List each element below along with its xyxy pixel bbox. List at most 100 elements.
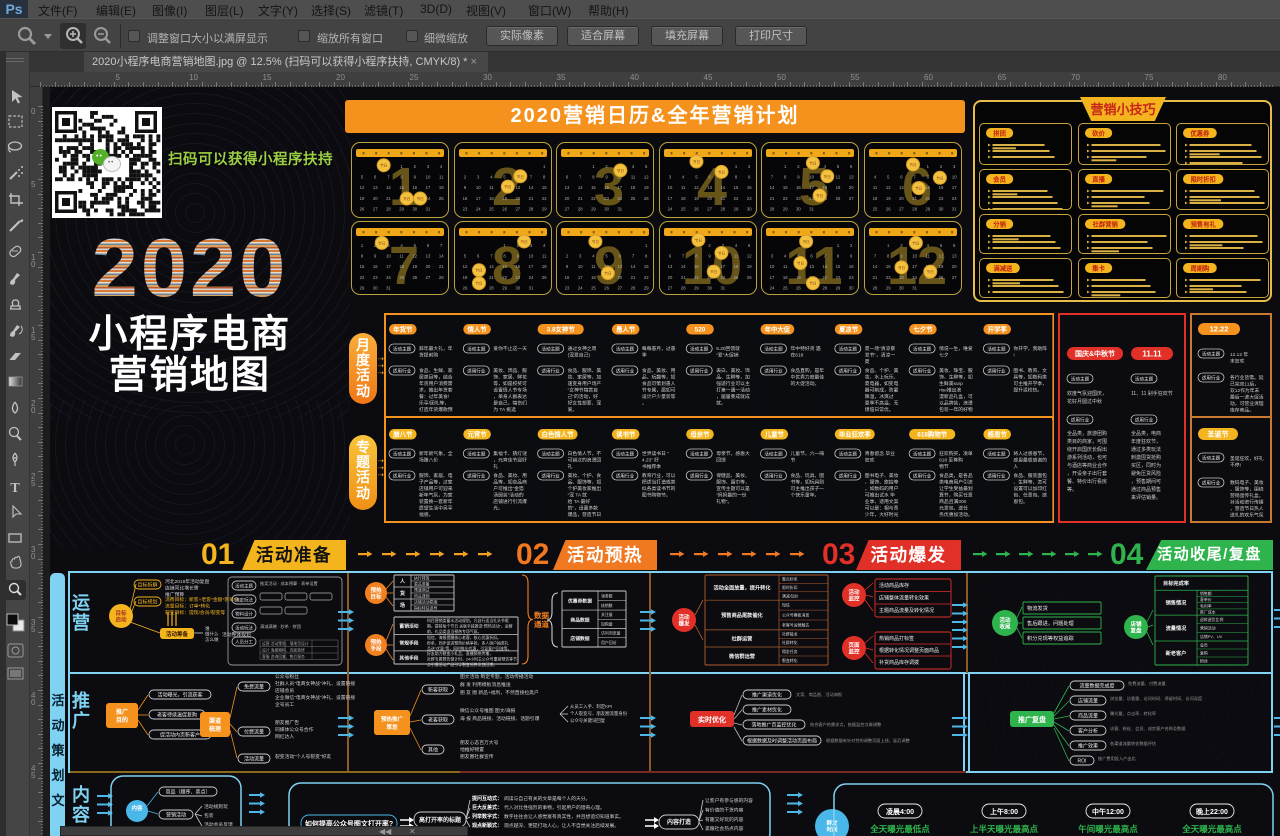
- svg-text:群发: 群发: [825, 819, 838, 827]
- svg-text:21: 21: [872, 275, 877, 280]
- svg-text:活动筹备: 活动筹备: [166, 630, 189, 638]
- svg-text:速变身用户场产: 速变身用户场产: [568, 380, 602, 387]
- svg-text:食品、生鲜、家: 食品、生鲜、家: [419, 367, 453, 374]
- svg-text:时间: 时间: [826, 826, 838, 834]
- svg-text:20: 20: [617, 275, 622, 280]
- svg-text:活动主题: 活动主题: [541, 346, 560, 353]
- svg-text:30: 30: [938, 206, 943, 211]
- svg-text:设置可以加印红: 设置可以加印红: [1013, 485, 1047, 492]
- svg-text:15: 15: [925, 185, 930, 190]
- svg-text:13: 13: [565, 185, 570, 190]
- svg-text:售后跟进，问题处理: 售后跟进，问题处理: [1027, 619, 1075, 627]
- svg-text:前，礼品类适当预热专项气氛。: 前，礼品类适当预热专项气氛。: [427, 629, 481, 634]
- svg-text:19: 19: [694, 196, 699, 201]
- svg-text:从员工入手、制定KPI: 从员工入手、制定KPI: [570, 703, 612, 710]
- svg-text:27: 27: [667, 285, 672, 290]
- svg-text:活动主题: 活动主题: [1202, 351, 1221, 358]
- svg-text:动，可营业清理: 动，可营业清理: [1230, 400, 1264, 407]
- svg-text:4: 4: [682, 175, 685, 180]
- svg-text:夏凉节: 夏凉节: [838, 325, 859, 334]
- svg-text:食品直购，是年: 食品直购，是年: [791, 367, 825, 374]
- svg-text:适用行业: 适用行业: [987, 368, 1006, 375]
- svg-text:目标: 目标: [370, 593, 382, 601]
- svg-text:食品、美妆、用: 食品、美妆、用: [642, 367, 676, 374]
- svg-text:30: 30: [373, 285, 378, 290]
- svg-text:手段: 手段: [370, 645, 382, 653]
- svg-text:餐、特价出行看房: 餐、特价出行看房: [1067, 478, 1107, 485]
- svg-text:适用行业: 适用行业: [393, 368, 412, 375]
- svg-text:有价值的干货内容: 有价值的干货内容: [705, 806, 744, 813]
- svg-text:节专属，届如可: 节专属，届如可: [642, 387, 676, 394]
- svg-text:业季、适用文案: 业季、适用文案: [865, 498, 899, 505]
- svg-text:19: 19: [462, 275, 467, 280]
- svg-text:礼: 礼: [568, 463, 573, 470]
- svg-text:推广费用投入产出比: 推广费用投入产出比: [1098, 755, 1136, 762]
- svg-text:7: 7: [771, 175, 774, 180]
- svg-text:毛利率: 毛利率: [1200, 603, 1212, 608]
- svg-text:包装一年的好物: 包装一年的好物: [939, 406, 973, 413]
- svg-text:1: 1: [734, 164, 737, 169]
- svg-text:晚上22:00: 晚上22:00: [1196, 807, 1228, 816]
- svg-text:白色情人节: 白色情人节: [542, 430, 575, 439]
- svg-text:节日: 节日: [504, 184, 511, 189]
- svg-text:群 发 利用模板消息推送: 群 发 利用模板消息推送: [460, 681, 511, 688]
- svg-text:设置情人节专场: 设置情人节专场: [493, 387, 527, 394]
- svg-text:河北2019年活动复盘: 河北2019年活动复盘: [165, 578, 209, 585]
- svg-text:适用行业: 适用行业: [616, 473, 635, 480]
- svg-text:货: 货: [400, 590, 405, 597]
- svg-text:节日: 节日: [403, 196, 410, 201]
- svg-text:28: 28: [631, 285, 636, 290]
- svg-text:2: 2: [463, 175, 466, 180]
- svg-text:19: 19: [502, 196, 507, 201]
- svg-text:拼团: 拼团: [993, 129, 1006, 138]
- svg-text:24: 24: [528, 275, 533, 280]
- svg-text:狂欢: 狂欢: [865, 457, 875, 464]
- svg-text:运营 活动策划、落地页设计: 运营 活动策划、落地页设计: [262, 641, 309, 646]
- svg-text:14: 14: [872, 264, 877, 269]
- svg-text:，如数码的用户: ，如数码的用户: [865, 485, 899, 492]
- svg-text:装置换一套新年: 装置换一套新年: [419, 498, 453, 505]
- svg-text:适用行业: 适用行业: [393, 473, 412, 480]
- svg-text:21: 21: [528, 196, 533, 201]
- svg-text:14: 14: [439, 254, 444, 259]
- svg-text:!: !: [1013, 353, 1014, 359]
- svg-text:28: 28: [528, 206, 533, 211]
- svg-text:高打开率的标题: 高打开率的标题: [419, 816, 462, 824]
- svg-text:白色情人节，不: 白色情人节，不: [568, 450, 602, 457]
- svg-text:美妆、饰品、服: 美妆、饰品、服: [493, 367, 527, 374]
- svg-text:饰、家居、鲜花: 饰、家居、鲜花: [493, 374, 527, 381]
- svg-text:图书购物节。: 图书购物节。: [642, 492, 671, 499]
- svg-text:目标规划: 目标规划: [137, 599, 157, 606]
- svg-text:，元宵佳节迎好: ，元宵佳节迎好: [493, 457, 527, 464]
- svg-text:预热: 预热: [370, 586, 382, 594]
- svg-text:7: 7: [529, 175, 532, 180]
- svg-text:秒杀、同步促进预热价格争抢，多人拼户抽奖礼: 秒杀、同步促进预热价格争抢，多人拼户抽奖礼: [427, 641, 509, 646]
- svg-text:节日: 节日: [475, 281, 482, 286]
- svg-text:520: 520: [695, 327, 706, 334]
- svg-text:似各类读书节的: 似各类读书节的: [642, 485, 676, 492]
- svg-text:14: 14: [822, 264, 827, 269]
- svg-text:生鲜美surp: 生鲜美surp: [939, 380, 963, 387]
- svg-text:22: 22: [644, 275, 649, 280]
- svg-text:20: 20: [849, 185, 854, 190]
- svg-text:户可推出“金箔: 户可推出“金箔: [493, 485, 524, 492]
- svg-text:可主推开学季，: 可主推开学季，: [1013, 380, 1047, 387]
- svg-text:落地推广页监控优化: 落地推广页监控优化: [751, 722, 796, 729]
- svg-text:根据数据及时调整活动页面布局: 根据数据及时调整活动页面布局: [747, 738, 817, 745]
- svg-text:老客待续温促复购: 老客待续温促复购: [157, 712, 197, 719]
- svg-text:节: 节: [791, 458, 796, 464]
- svg-text:推广: 推广: [116, 708, 128, 716]
- svg-text:器可制成，防暑: 器可制成，防暑: [865, 387, 899, 394]
- svg-text:的”，设置多款: 的”，设置多款: [568, 505, 599, 512]
- svg-text:3: 3: [668, 175, 671, 180]
- svg-text:15: 15: [733, 185, 738, 190]
- svg-text:24: 24: [912, 275, 917, 280]
- svg-text:微信群运营: 微信群运营: [728, 652, 755, 660]
- svg-text:数据: 数据: [534, 610, 549, 620]
- svg-text:推广素材优化: 推广素材优化: [752, 707, 782, 714]
- svg-text:15: 15: [836, 264, 841, 269]
- svg-text:年中特好货 遇: 年中特好货 遇: [791, 345, 821, 352]
- svg-text:15: 15: [502, 264, 507, 269]
- svg-text:20: 20: [667, 275, 672, 280]
- svg-text:22: 22: [694, 275, 699, 280]
